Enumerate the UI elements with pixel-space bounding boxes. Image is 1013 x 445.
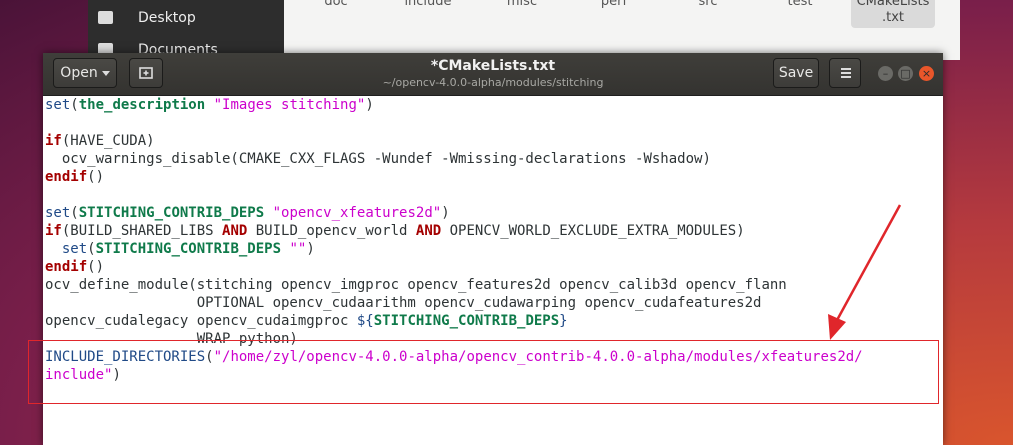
annotation-arrow	[828, 204, 902, 340]
